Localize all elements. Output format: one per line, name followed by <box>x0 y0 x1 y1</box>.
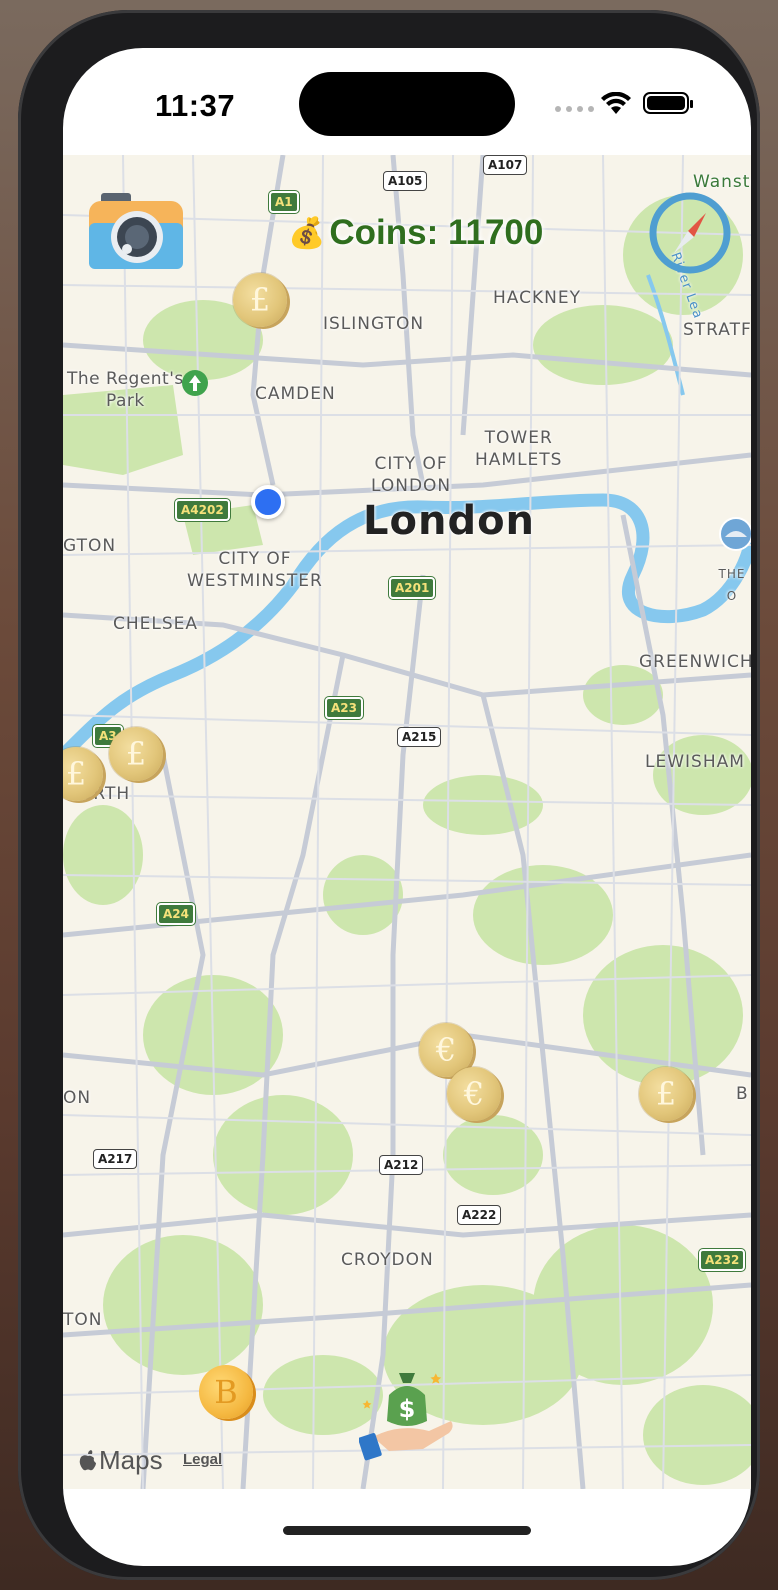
road-shield-a4202: A4202 <box>175 499 230 521</box>
status-time: 11:37 <box>155 88 236 123</box>
money-bag-icon: 💰 <box>288 216 326 250</box>
maps-brand-label: Maps <box>99 1445 163 1475</box>
label-greenwich: GREENWICH <box>639 652 751 672</box>
label-camden: CAMDEN <box>255 384 336 404</box>
road-shield-a105: A105 <box>383 171 428 191</box>
label-left-partial-2: TON <box>63 1310 103 1330</box>
label-wanstead-partial: Wanste <box>693 172 751 192</box>
label-left-partial-1: ON <box>63 1088 92 1108</box>
battery-icon <box>643 92 693 114</box>
home-indicator[interactable] <box>283 1526 531 1535</box>
apple-logo-icon <box>79 1449 96 1470</box>
coins-counter: 💰 Coins: 11700 <box>288 213 543 253</box>
coin-pound[interactable]: £ <box>233 273 287 327</box>
label-chelsea: CHELSEA <box>113 614 199 634</box>
road-shield-a107: A107 <box>483 155 528 175</box>
screen: 11:37 London ISLINGTON HACKNEY STRATF Th… <box>63 48 751 1566</box>
label-city-of-london: CITY OF LONDON <box>371 454 452 496</box>
cellular-signal-icon <box>555 106 594 112</box>
wifi-icon <box>601 92 631 114</box>
road-shield-a217: A217 <box>93 1149 138 1169</box>
label-regents-park: The Regent's Park <box>67 369 184 411</box>
svg-text:$: $ <box>399 1395 416 1423</box>
user-location-dot <box>251 485 285 519</box>
road-shield-a24: A24 <box>157 903 195 925</box>
maps-attribution: Maps <box>79 1445 163 1476</box>
park-icon <box>182 370 208 396</box>
camera-button[interactable] <box>89 191 183 271</box>
road-shield-a222: A222 <box>457 1205 502 1225</box>
dynamic-island <box>299 72 515 136</box>
label-croydon: CROYDON <box>341 1250 434 1270</box>
road-shield-a23: A23 <box>325 697 363 719</box>
coin-euro[interactable]: € <box>447 1067 501 1121</box>
venue-icon <box>719 517 751 551</box>
road-shield-a215: A215 <box>397 727 442 747</box>
collect-money-button[interactable]: $ <box>359 1365 455 1461</box>
coins-counter-text: Coins: 11700 <box>329 213 544 252</box>
label-right-partial-b: B <box>736 1084 749 1104</box>
label-islington: ISLINGTON <box>323 314 425 334</box>
label-lewisham: LEWISHAM <box>645 752 745 772</box>
phone-frame: 11:37 London ISLINGTON HACKNEY STRATF Th… <box>18 10 760 1580</box>
coin-pound[interactable]: £ <box>639 1067 693 1121</box>
road-shield-a232: A232 <box>699 1249 746 1271</box>
label-the-o2-partial: THE O <box>718 567 746 603</box>
label-city-of-westminster: CITY OF WESTMINSTER <box>187 549 323 591</box>
coin-bitcoin[interactable]: B <box>199 1365 253 1419</box>
map-view[interactable]: London ISLINGTON HACKNEY STRATFO The Reg… <box>63 155 751 1489</box>
map-base <box>63 155 751 1489</box>
label-kensington-partial: GTON <box>63 536 117 556</box>
compass-icon[interactable] <box>648 191 732 275</box>
label-tower-hamlets: TOWER HAMLETS <box>475 428 563 470</box>
coin-pound[interactable]: £ <box>109 727 163 781</box>
road-shield-a212: A212 <box>379 1155 424 1175</box>
road-shield-a1: A1 <box>269 191 299 213</box>
label-hackney: HACKNEY <box>493 288 581 308</box>
legal-link[interactable]: Legal <box>183 1451 222 1468</box>
label-stratford: STRATFO <box>683 320 751 340</box>
label-london: London <box>363 498 536 544</box>
road-shield-a201: A201 <box>389 577 436 599</box>
